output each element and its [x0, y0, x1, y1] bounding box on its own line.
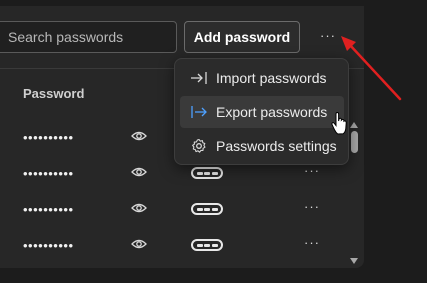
- add-password-button[interactable]: Add password: [184, 21, 300, 53]
- show-password-eye-icon[interactable]: [131, 238, 147, 250]
- masked-password: ••••••••••: [23, 130, 74, 145]
- search-input[interactable]: Search passwords: [0, 21, 177, 53]
- menu-item-label: Passwords settings: [216, 138, 337, 154]
- menu-item-export-passwords[interactable]: Export passwords: [180, 96, 344, 128]
- masked-password: ••••••••••: [23, 238, 74, 253]
- hand-cursor-icon: [331, 112, 347, 135]
- password-strength-icon: [191, 203, 223, 215]
- scroll-down-arrow-icon[interactable]: [350, 258, 358, 264]
- menu-item-import-passwords[interactable]: Import passwords: [180, 62, 344, 94]
- menu-item-label: Import passwords: [216, 70, 327, 86]
- show-password-eye-icon[interactable]: [131, 202, 147, 214]
- column-header-password: Password: [23, 86, 85, 101]
- show-password-eye-icon[interactable]: [131, 130, 147, 142]
- table-row: •••••••••• ···: [0, 191, 350, 227]
- scroll-thumb[interactable]: [351, 131, 358, 153]
- menu-item-label: Export passwords: [216, 104, 328, 120]
- row-more-button[interactable]: ···: [304, 199, 320, 214]
- scroll-up-arrow-icon[interactable]: [350, 122, 358, 128]
- table-row: •••••••••• ···: [0, 227, 350, 263]
- row-more-button[interactable]: ···: [304, 235, 320, 250]
- show-password-eye-icon[interactable]: [131, 166, 147, 178]
- import-icon: [191, 72, 207, 84]
- menu-item-passwords-settings[interactable]: Passwords settings: [180, 130, 344, 162]
- export-icon: [191, 106, 207, 118]
- gear-icon: [192, 138, 206, 153]
- masked-password: ••••••••••: [23, 166, 74, 181]
- row-more-button[interactable]: ···: [304, 163, 320, 178]
- vertical-scrollbar[interactable]: [347, 116, 362, 268]
- masked-password: ••••••••••: [23, 202, 74, 217]
- password-strength-icon: [191, 239, 223, 251]
- more-options-menu: Import passwords Export passwords Passwo…: [174, 58, 349, 165]
- more-options-button[interactable]: ···: [314, 28, 342, 48]
- password-strength-icon: [191, 167, 223, 179]
